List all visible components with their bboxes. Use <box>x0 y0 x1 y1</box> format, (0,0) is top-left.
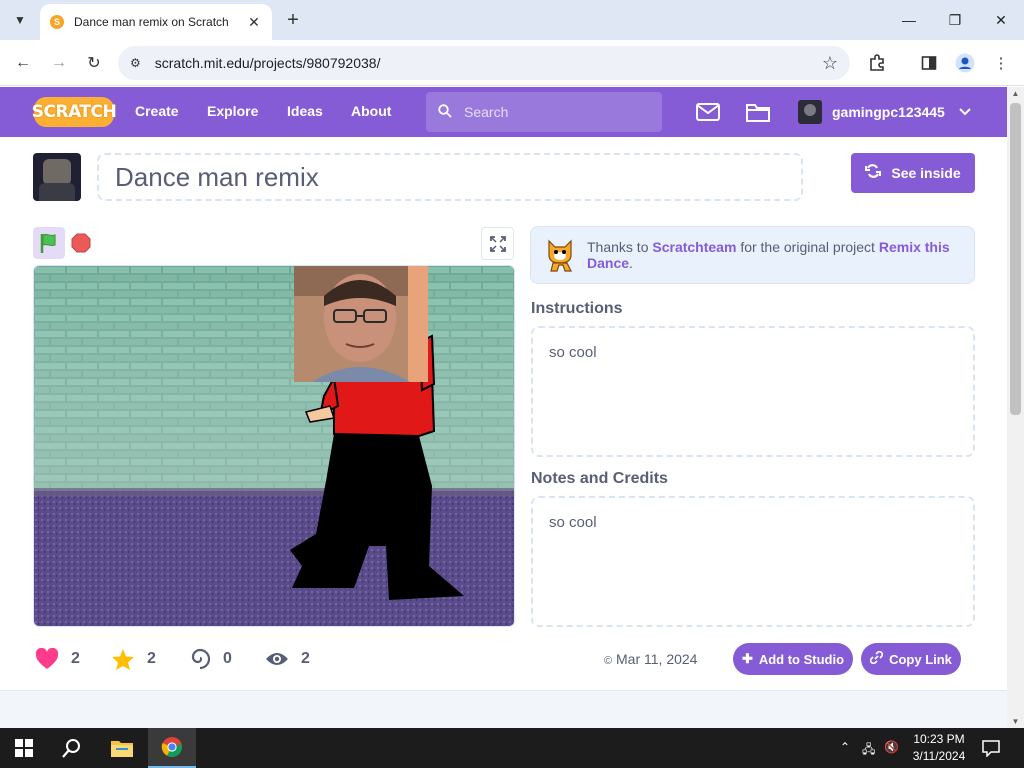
favorite-stat[interactable]: 2 <box>111 645 156 673</box>
chevron-down-icon <box>959 105 971 119</box>
profile-icon[interactable] <box>954 52 976 74</box>
scratch-favicon-icon: S <box>50 15 64 29</box>
face-photo <box>294 266 428 382</box>
thanks-suffix: . <box>629 255 633 271</box>
thanks-middle: for the original project <box>740 239 875 255</box>
copyright-icon: © <box>604 655 613 667</box>
favorite-count: 2 <box>147 650 156 667</box>
action-center-icon[interactable] <box>970 728 1012 768</box>
view-stat: 2 <box>265 645 310 673</box>
close-window-icon[interactable]: ✕ <box>978 0 1024 40</box>
instructions-label: Instructions <box>531 300 623 317</box>
link-icon <box>869 650 884 667</box>
remix-spiral-icon <box>189 648 211 670</box>
scrollbar-thumb[interactable] <box>1010 103 1021 415</box>
new-tab-plus-icon[interactable]: + <box>282 8 304 32</box>
project-author-avatar[interactable] <box>33 153 81 201</box>
extensions-puzzle-icon[interactable] <box>866 52 888 74</box>
search-bar <box>426 92 662 132</box>
instructions-textbox[interactable]: so cool <box>531 326 975 457</box>
tab-search-chevron-icon[interactable]: ▼ <box>8 8 32 32</box>
nav-about[interactable]: About <box>351 103 391 119</box>
username: gamingpc123445 <box>832 104 945 120</box>
my-stuff-folder-icon[interactable] <box>746 101 770 123</box>
tray-expand-chevron-icon[interactable]: ⌃ <box>840 740 850 754</box>
back-arrow-icon[interactable]: ← <box>10 50 36 76</box>
chrome-taskbar-icon[interactable] <box>148 728 196 768</box>
user-avatar <box>798 100 822 124</box>
taskbar-search-icon[interactable] <box>48 728 96 768</box>
scratch-navbar: SCRATCH Create Explore Ideas About gamin… <box>0 87 1007 137</box>
original-author-link[interactable]: Scratchteam <box>652 239 736 255</box>
page-lower-section <box>0 690 1007 728</box>
green-flag-icon <box>40 233 56 253</box>
remix-stat: 0 <box>189 645 232 673</box>
stop-sign-icon <box>71 233 91 253</box>
add-to-studio-button[interactable]: ✚ Add to Studio <box>733 643 853 675</box>
copy-link-label: Copy Link <box>889 651 952 667</box>
windows-start-icon[interactable] <box>0 728 48 768</box>
bookmark-star-icon[interactable]: ☆ <box>822 53 838 74</box>
remix-credit-banner: Thanks to Scratchteam for the original p… <box>530 226 975 284</box>
volume-muted-icon[interactable]: 🔇 <box>884 740 899 754</box>
search-icon <box>438 103 452 121</box>
notes-credits-label: Notes and Credits <box>531 470 668 487</box>
url-text: scratch.mit.edu/projects/980792038/ <box>154 55 381 71</box>
maximize-icon[interactable]: ❐ <box>932 0 978 40</box>
forward-arrow-icon[interactable]: → <box>46 50 72 76</box>
browser-tabstrip: ▼ S Dance man remix on Scratch ✕ + — ❐ ✕ <box>0 0 1024 40</box>
scratch-cat-icon <box>548 239 572 272</box>
share-date-text: Mar 11, 2024 <box>616 651 698 667</box>
green-flag-button[interactable] <box>33 227 65 259</box>
heart-icon <box>35 648 59 670</box>
nav-create[interactable]: Create <box>135 103 179 119</box>
system-clock[interactable]: 10:23 PM 3/11/2024 <box>902 731 976 765</box>
see-inside-label: See inside <box>891 165 961 181</box>
page-scrollbar[interactable]: ▲ ▼ <box>1007 87 1024 728</box>
clock-date: 3/11/2024 <box>912 749 966 763</box>
address-bar[interactable]: ⚙ scratch.mit.edu/projects/980792038/ ☆ <box>118 46 850 80</box>
nav-ideas[interactable]: Ideas <box>287 103 323 119</box>
minimize-icon[interactable]: — <box>886 0 932 40</box>
remix-count: 0 <box>223 650 232 667</box>
thanks-prefix: Thanks to <box>587 239 649 255</box>
browser-toolbar: ← → ↻ ⚙ scratch.mit.edu/projects/9807920… <box>0 40 1024 86</box>
fullscreen-expand-icon <box>489 235 506 252</box>
love-stat[interactable]: 2 <box>35 645 80 673</box>
eye-icon <box>265 651 289 667</box>
file-explorer-icon[interactable] <box>98 728 146 768</box>
tab-title: Dance man remix on Scratch <box>74 15 229 29</box>
nav-explore[interactable]: Explore <box>207 103 258 119</box>
stop-button[interactable] <box>71 233 91 253</box>
plus-icon: ✚ <box>741 651 753 666</box>
search-input[interactable] <box>464 104 644 120</box>
messages-envelope-icon[interactable] <box>696 101 720 123</box>
share-date: © Mar 11, 2024 <box>604 651 697 667</box>
scroll-down-arrow-icon[interactable]: ▼ <box>1007 717 1024 726</box>
scratch-logo[interactable]: SCRATCH <box>32 97 117 127</box>
account-menu[interactable]: gamingpc123445 <box>798 100 971 124</box>
project-title[interactable]: Dance man remix <box>97 153 803 201</box>
browser-tab[interactable]: S Dance man remix on Scratch ✕ <box>40 4 272 40</box>
star-icon <box>111 648 135 671</box>
close-tab-icon[interactable]: ✕ <box>246 14 262 31</box>
see-inside-button[interactable]: See inside <box>851 153 975 193</box>
project-stage[interactable] <box>33 265 515 627</box>
notes-credits-textbox[interactable]: so cool <box>531 496 975 627</box>
windows-taskbar: ⌃ 🖧 🔇 10:23 PM 3/11/2024 <box>0 728 1024 768</box>
add-to-studio-label: Add to Studio <box>758 651 845 667</box>
network-icon[interactable]: 🖧 <box>862 740 875 761</box>
side-panel-icon[interactable] <box>918 52 940 74</box>
stage-scene <box>34 266 514 626</box>
browser-menu-kebab-icon[interactable]: ⋮ <box>990 52 1012 74</box>
fullscreen-button[interactable] <box>481 227 514 260</box>
love-count: 2 <box>71 650 80 667</box>
scroll-up-arrow-icon[interactable]: ▲ <box>1007 89 1024 98</box>
clock-time: 10:23 PM <box>913 732 965 746</box>
remix-arrows-icon <box>865 164 882 182</box>
site-info-icon[interactable]: ⚙ <box>130 56 141 70</box>
reload-icon[interactable]: ↻ <box>81 50 107 76</box>
copy-link-button[interactable]: Copy Link <box>861 643 961 675</box>
view-count: 2 <box>301 650 310 667</box>
